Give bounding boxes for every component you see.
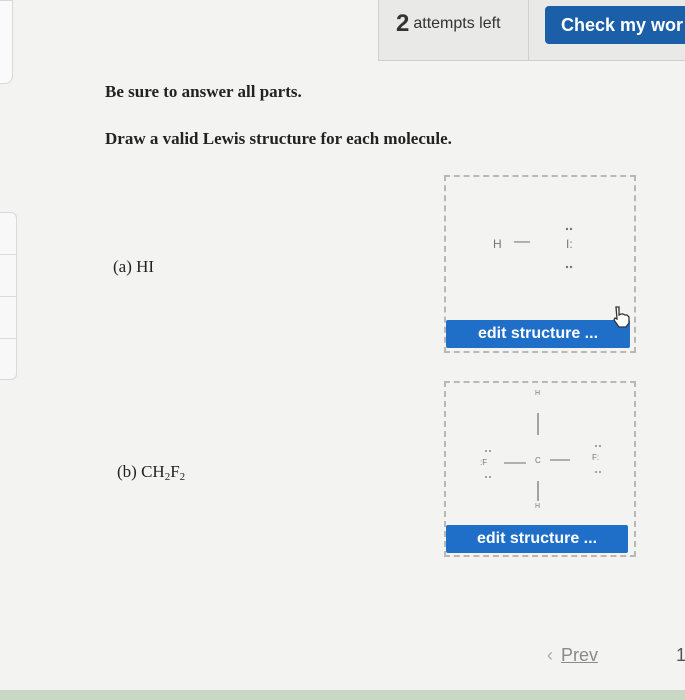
- instruction-draw-lewis: Draw a valid Lewis structure for each mo…: [105, 129, 452, 148]
- attempts-indicator: 2 attempts left: [396, 10, 501, 38]
- bottom-bar: [0, 690, 685, 700]
- prev-button[interactable]: ‹ Prev: [547, 645, 598, 666]
- question-a-prefix: (a): [113, 257, 137, 276]
- question-a-formula: HI: [136, 257, 155, 276]
- side-panel-row[interactable]: [0, 297, 16, 339]
- hand-cursor-icon: [613, 306, 630, 328]
- attempts-label: attempts left: [413, 15, 501, 32]
- question-b-label: (b) CH2F2: [117, 462, 185, 483]
- header-divider: [528, 0, 529, 60]
- question-b-formula-part: CH: [141, 462, 165, 481]
- prev-label: Prev: [561, 645, 599, 665]
- edit-structure-button-b[interactable]: edit structure ...: [446, 525, 628, 553]
- side-panel-row[interactable]: [0, 213, 16, 255]
- page-number[interactable]: 1: [676, 645, 685, 666]
- question-b-subscript: 2: [179, 471, 186, 483]
- question-a-label: (a) HI: [113, 257, 154, 277]
- instruction-answer-all: Be sure to answer all parts.: [105, 82, 302, 101]
- question-b-formula-part: F: [170, 462, 180, 481]
- chevron-left-icon: ‹: [547, 645, 553, 665]
- edit-structure-button-a[interactable]: edit structure ...: [446, 320, 630, 348]
- side-panel-row[interactable]: [0, 255, 16, 297]
- attempts-count: 2: [396, 10, 410, 37]
- left-side-panel: [0, 212, 17, 380]
- question-b-prefix: (b): [117, 462, 142, 481]
- left-sidebar-edge: [0, 0, 13, 84]
- check-my-work-button[interactable]: Check my wor: [545, 6, 685, 44]
